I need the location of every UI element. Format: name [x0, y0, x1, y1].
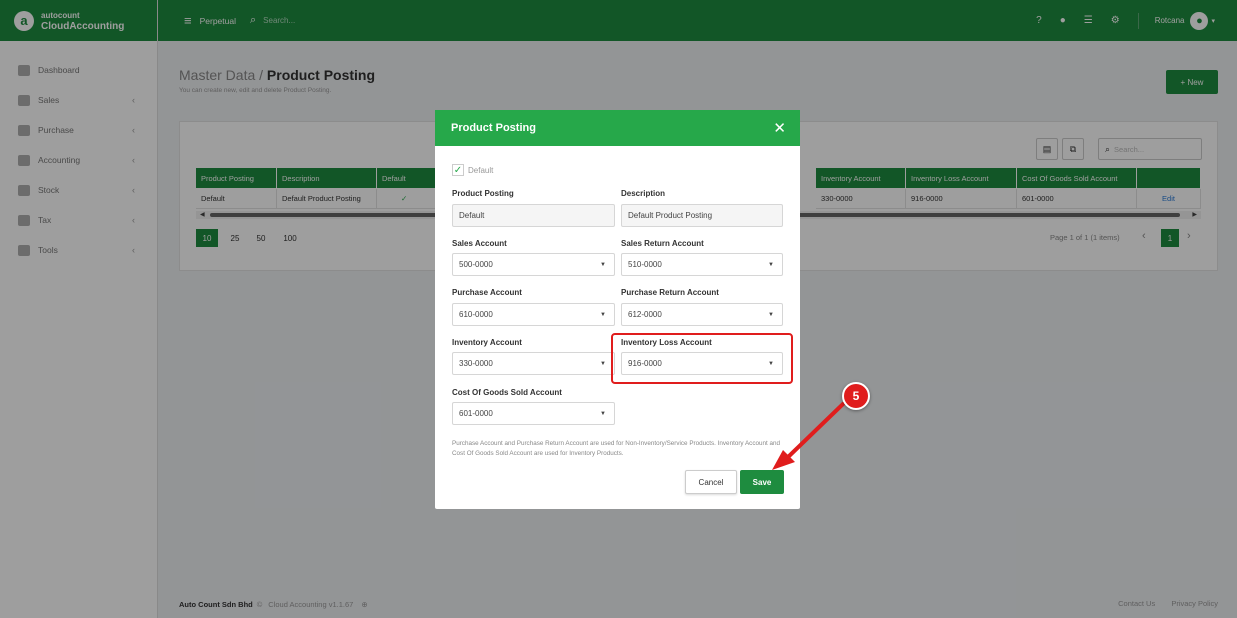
pointer-arrow-icon: [772, 402, 845, 470]
step-number-badge: 5: [842, 382, 870, 410]
